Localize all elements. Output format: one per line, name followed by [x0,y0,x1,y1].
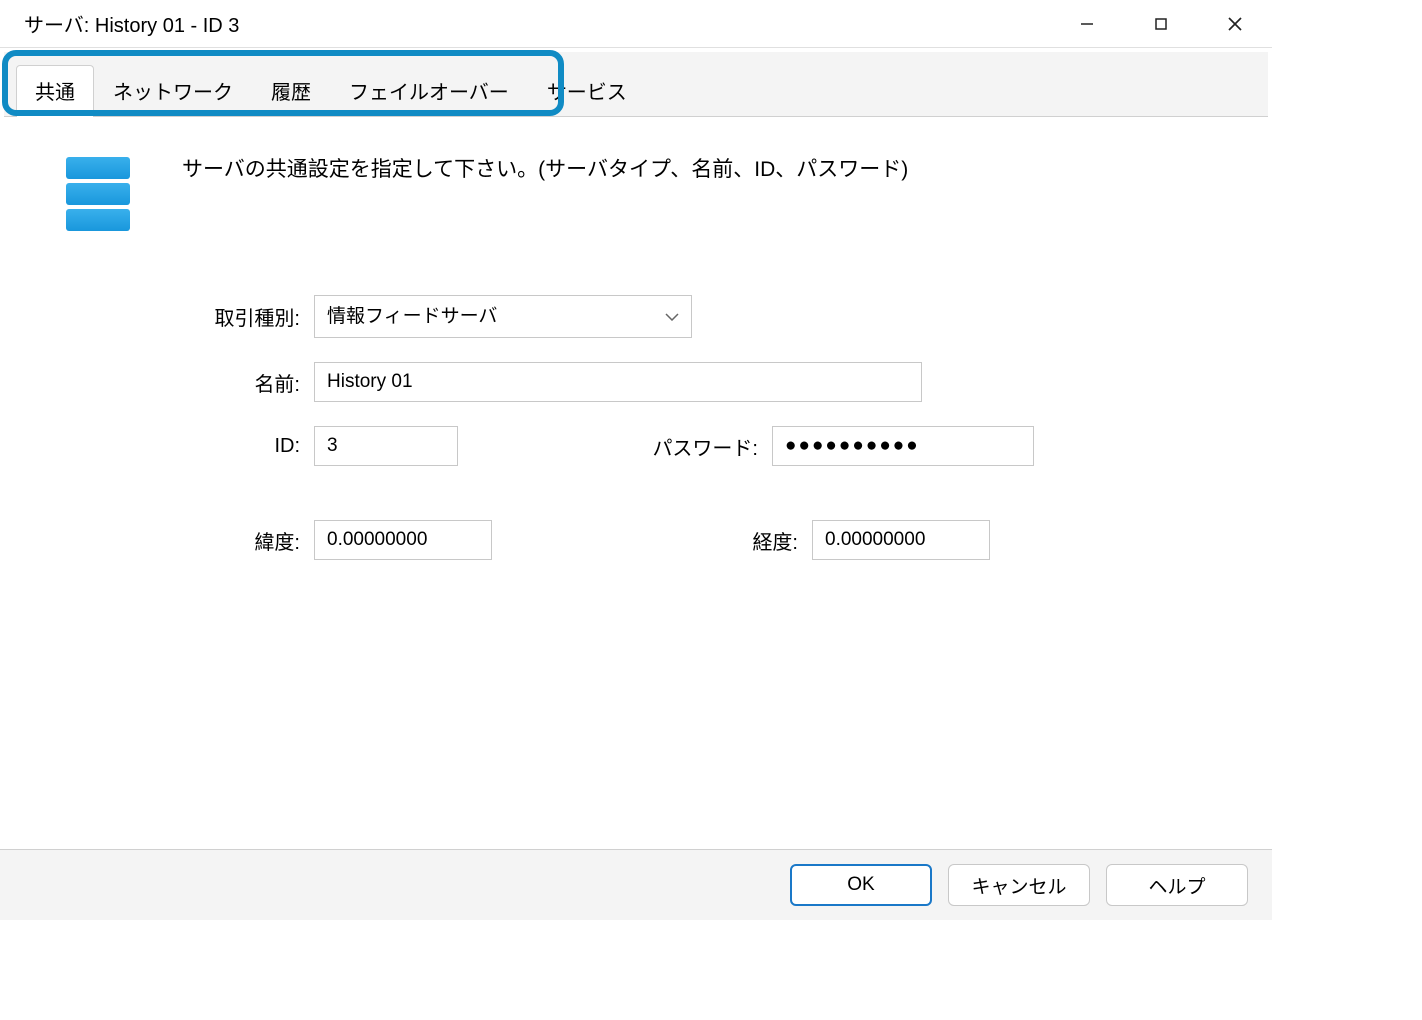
maximize-button[interactable] [1124,0,1198,47]
window-controls [1050,0,1272,47]
id-label: ID: [180,435,300,458]
cancel-button[interactable]: キャンセル [948,864,1090,906]
form: 取引種別: 情報フィードサーバ 名前: ID: パスワード: 緯度: [180,295,1232,560]
name-input[interactable] [314,362,922,402]
close-icon [1227,16,1243,32]
longitude-input[interactable] [812,520,990,560]
type-select[interactable]: 情報フィードサーバ [314,295,692,338]
password-label: パスワード: [618,432,758,461]
tab-common[interactable]: 共通 [16,65,94,117]
tabbar: 共通 ネットワーク 履歴 フェイルオーバー サービス [4,52,1268,117]
name-label: 名前: [180,368,300,397]
ok-button[interactable]: OK [790,864,932,906]
longitude-label: 経度: [700,526,798,555]
tab-network[interactable]: ネットワーク [94,65,252,117]
minimize-icon [1079,16,1095,32]
tab-failover[interactable]: フェイルオーバー [330,65,528,117]
content-area: サーバの共通設定を指定して下さい。(サーバタイプ、名前、ID、パスワード) 取引… [0,117,1272,849]
server-config-dialog: サーバ: History 01 - ID 3 共通 ネットワーク 履歴 フェイル… [0,0,1272,920]
maximize-icon [1154,17,1168,31]
close-button[interactable] [1198,0,1272,47]
help-button[interactable]: ヘルプ [1106,864,1248,906]
tab-service[interactable]: サービス [528,65,646,117]
password-input[interactable] [772,426,1034,466]
id-input[interactable] [314,426,458,466]
latitude-input[interactable] [314,520,492,560]
latitude-label: 緯度: [180,526,300,555]
type-label: 取引種別: [180,302,300,331]
window-title: サーバ: History 01 - ID 3 [24,9,239,38]
minimize-button[interactable] [1050,0,1124,47]
server-icon [66,157,136,233]
tab-history[interactable]: 履歴 [252,65,330,117]
dialog-footer: OK キャンセル ヘルプ [0,849,1272,920]
description-text: サーバの共通設定を指定して下さい。(サーバタイプ、名前、ID、パスワード) [182,151,908,183]
titlebar: サーバ: History 01 - ID 3 [0,0,1272,48]
